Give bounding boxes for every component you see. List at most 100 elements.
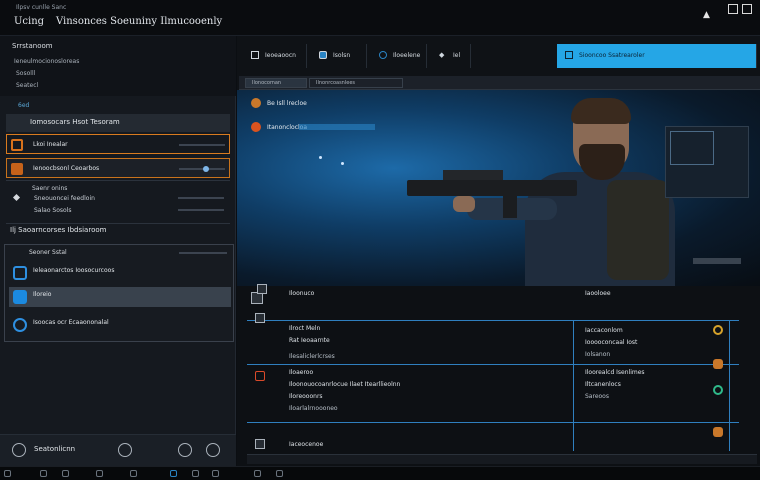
table-row[interactable]: Iaceocenoe bbox=[247, 423, 739, 451]
sidebar-section-header[interactable]: Iomosocars Hsot Tesoram bbox=[6, 114, 230, 132]
folder-icon[interactable] bbox=[257, 284, 267, 294]
panel-item[interactable]: Ieleaonarctos Ioosocurcoos bbox=[9, 263, 231, 283]
start-icon[interactable] bbox=[4, 470, 11, 477]
sidebar-count: 6ed bbox=[18, 102, 30, 109]
taskbar-icon[interactable] bbox=[254, 470, 261, 477]
sub-tab-label: Ilnonrcoasnlees bbox=[316, 80, 355, 86]
window-title: Vinsonces Soeuniny Ilmucooenly bbox=[56, 16, 223, 27]
sidebar-section-title: Iomosocars Hsot Tesoram bbox=[30, 118, 120, 126]
tab-label: Isolsn bbox=[333, 52, 351, 59]
monitor-screen bbox=[670, 131, 714, 165]
group-line[interactable]: Salao Sosols bbox=[34, 207, 71, 214]
sub-tab-1[interactable]: Ilonocoman bbox=[245, 78, 307, 88]
table-cell: Iloaeroo bbox=[289, 369, 314, 376]
slider-knob[interactable] bbox=[203, 166, 209, 172]
sidebar-item-2[interactable]: Ienoocbsonl Ceoarbos bbox=[6, 158, 230, 178]
tab-3[interactable]: Iloeelene bbox=[371, 44, 427, 68]
gear-icon[interactable] bbox=[178, 443, 192, 457]
tab-label: Siooncoo Ssatrearoler bbox=[579, 52, 645, 59]
table-row[interactable]: Ilroct Meln Rat Ieoaarnte Ilesaliclerlcr… bbox=[247, 313, 739, 365]
artwork-rifle bbox=[407, 180, 577, 196]
table-cell: Rat Ieoaarnte bbox=[289, 337, 330, 344]
tab-4[interactable]: ◆ Iel bbox=[431, 44, 471, 68]
table-cell: Iaccaconlom bbox=[585, 327, 623, 334]
table-row[interactable]: Iloaeroo Iloonouocoanrlocue Ilaet Itearl… bbox=[247, 359, 739, 423]
panel-item-label: Isoocas ocr Ecaaononalal bbox=[33, 319, 109, 326]
diamond-icon bbox=[12, 193, 21, 202]
sidebar: Srrstanoom Ieneulmocionosloreas Sosolll … bbox=[0, 36, 236, 466]
taskbar-icon[interactable] bbox=[130, 470, 137, 477]
chat-icon[interactable] bbox=[206, 443, 220, 457]
slider-track[interactable] bbox=[179, 168, 225, 170]
tab-icon bbox=[251, 51, 259, 59]
status-icon bbox=[251, 122, 261, 132]
taskbar-icon[interactable] bbox=[96, 470, 103, 477]
triangle-up-icon[interactable]: ▲ bbox=[703, 10, 710, 20]
table-cell: Iooooconcaal Iost bbox=[585, 339, 638, 346]
tab-1[interactable]: Ieoeaoocn bbox=[243, 44, 307, 68]
slider-track[interactable] bbox=[179, 252, 227, 254]
taskbar-icon[interactable] bbox=[192, 470, 199, 477]
table-cell: Iolsanon bbox=[585, 351, 611, 358]
doc-icon bbox=[255, 439, 265, 449]
hero-line: Be Isll lrecloe bbox=[267, 100, 307, 107]
table-cell: Iltcanenlocs bbox=[585, 381, 621, 388]
taskbar-icon[interactable] bbox=[62, 470, 69, 477]
search-icon[interactable] bbox=[118, 443, 132, 457]
orange-icon[interactable] bbox=[713, 427, 723, 437]
slider-track[interactable] bbox=[179, 144, 225, 146]
taskbar-icon[interactable] bbox=[40, 470, 47, 477]
license-label: Ilj Saoarncorses Ibdsiaroom bbox=[10, 226, 107, 234]
taskbar-icon[interactable] bbox=[212, 470, 219, 477]
sub-tab-bar: Ilonocoman Ilnonrcoasnlees bbox=[239, 76, 760, 90]
table-cell: Sareoos bbox=[585, 393, 609, 400]
hero-indicator bbox=[693, 258, 741, 264]
panel-item-label: Iloreio bbox=[33, 291, 52, 298]
sidebar-item-label: Lkoi Inealar bbox=[33, 141, 68, 148]
app-icon bbox=[13, 266, 27, 280]
sidebar-header-line[interactable]: Sosolll bbox=[16, 70, 35, 77]
panel-item[interactable]: Isoocas ocr Ecaaononalal bbox=[9, 315, 231, 335]
sidebar-item-label: Ienoocbsonl Ceoarbos bbox=[33, 165, 100, 172]
artwork-hand bbox=[453, 196, 475, 212]
close-icon[interactable] bbox=[742, 4, 752, 14]
server-panel: Seoner Sstal Ieleaonarctos Ioosocurcoos … bbox=[4, 244, 234, 342]
slider-track[interactable] bbox=[178, 209, 224, 211]
ring-icon[interactable] bbox=[713, 325, 723, 335]
table-cell: Iaceocenoe bbox=[289, 441, 324, 448]
background-monitor bbox=[665, 126, 749, 198]
panel-item-label: Ieleaonarctos Ioosocurcoos bbox=[33, 267, 115, 274]
settings-icon[interactable] bbox=[12, 443, 26, 457]
table-cell: Ilesaliclerlcrses bbox=[289, 353, 335, 360]
soldier-artwork bbox=[407, 98, 677, 286]
slider-track[interactable] bbox=[178, 197, 224, 199]
sub-tab-2[interactable]: Ilnonrcoasnlees bbox=[309, 78, 403, 88]
orange-icon[interactable] bbox=[713, 359, 723, 369]
title-bar: Ilpsv cunlle Sanc Ucing Vinsonces Soeuni… bbox=[0, 0, 760, 36]
window-controls bbox=[728, 4, 752, 14]
window-title-left: Ucing bbox=[14, 16, 45, 27]
app-icon bbox=[13, 318, 27, 332]
footer-label[interactable]: Seatonlicnn bbox=[34, 445, 75, 453]
panel-item-selected[interactable]: Iloreio bbox=[9, 287, 231, 307]
sidebar-item-1[interactable]: Lkoi Inealar bbox=[6, 134, 230, 154]
sub-tab-label: Ilonocoman bbox=[252, 80, 282, 86]
artwork-grip bbox=[503, 192, 517, 218]
group-line[interactable]: Sneouoncei feedloin bbox=[34, 195, 95, 202]
teal-icon[interactable] bbox=[713, 385, 723, 395]
hero-banner: Be Isll lrecloe Itanonclocloa bbox=[237, 90, 760, 286]
tab-icon bbox=[319, 51, 327, 59]
taskbar bbox=[0, 466, 760, 480]
tab-active[interactable]: Siooncoo Ssatrearoler bbox=[557, 44, 757, 68]
tab-2[interactable]: Isolsn bbox=[311, 44, 367, 68]
taskbar-icon[interactable] bbox=[276, 470, 283, 477]
taskbar-icon[interactable] bbox=[170, 470, 177, 477]
status-icon bbox=[251, 98, 261, 108]
tab-bar: Ieoeaoocn Isolsn Iloeelene ◆ Iel Sioonco… bbox=[237, 40, 760, 72]
sidebar-header-line[interactable]: Seatecl bbox=[16, 82, 38, 89]
panel-title: Seoner Sstal bbox=[29, 249, 67, 256]
sidebar-header-line[interactable]: Ieneulmocionosloreas bbox=[14, 58, 79, 65]
table-header-left: Iloonuco bbox=[289, 290, 315, 297]
minimize-icon[interactable] bbox=[728, 4, 738, 14]
main-area: Ieoeaoocn Isolsn Iloeelene ◆ Iel Sioonco… bbox=[237, 36, 760, 466]
